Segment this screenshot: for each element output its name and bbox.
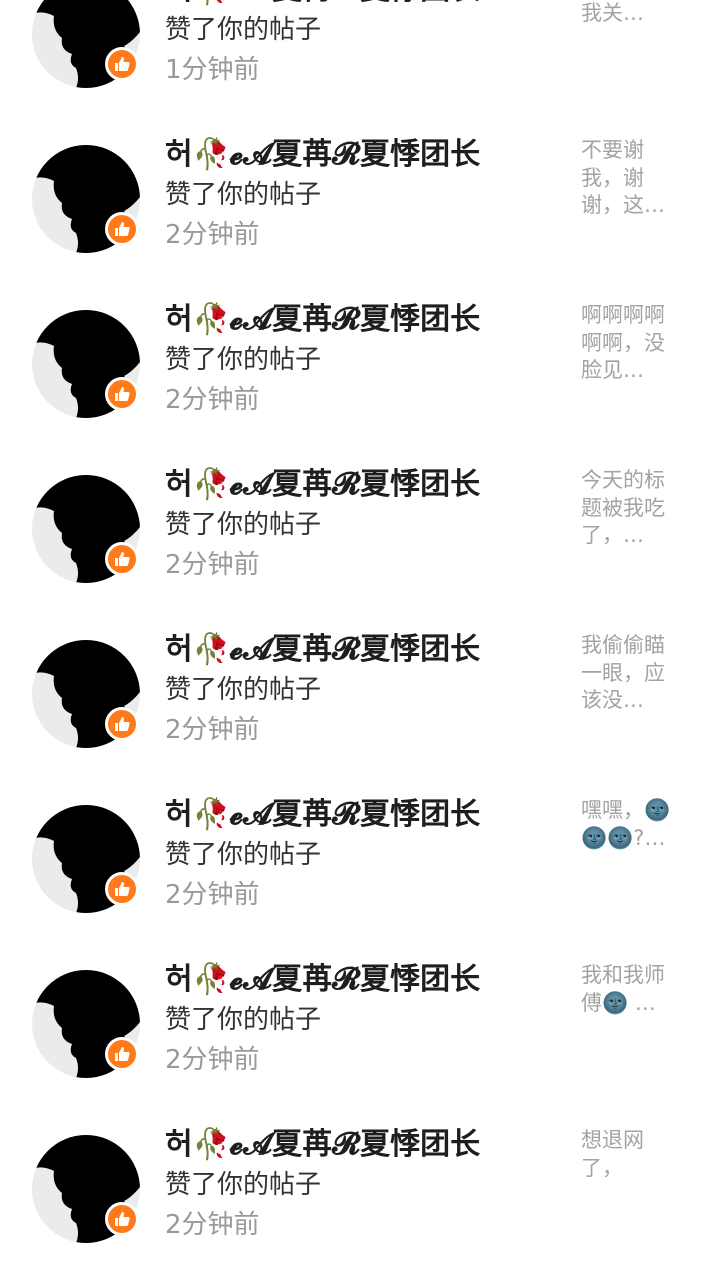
- thumbs-up-icon: [105, 707, 139, 741]
- user-name[interactable]: 허🥀𝓮𝓐夏苒𝓡夏悸团长: [165, 795, 565, 835]
- notification-item[interactable]: 허🥀𝓮𝓐夏苒𝓡夏悸团长 赞了你的帖子 2分钟前 我偷偷瞄一眼，应该没…: [0, 630, 719, 795]
- action-text: 赞了你的帖子: [165, 15, 322, 45]
- user-name[interactable]: 허🥀𝓮𝓐夏苒𝓡夏悸团长: [165, 1125, 565, 1165]
- thumbs-up-icon: [105, 1202, 139, 1236]
- post-snippet[interactable]: 啊啊啊啊啊啊，没脸见…: [581, 302, 681, 385]
- thumbs-up-icon: [105, 872, 139, 906]
- thumbs-up-icon: [105, 377, 139, 411]
- notification-item[interactable]: 허🥀𝓮𝓐夏苒𝓡夏悸团长 赞了你的帖子 2分钟前 想退网了，: [0, 1125, 719, 1282]
- post-snippet[interactable]: 不要谢我，谢谢，这…: [581, 137, 681, 220]
- notification-list: 허🥀𝓮𝓐夏苒𝓡夏悸团长 赞了你的帖子 1分钟前 这个，等我关… 허🥀𝓮𝓐夏苒𝓡夏…: [0, 0, 719, 1282]
- thumbs-up-icon: [105, 542, 139, 576]
- notification-item[interactable]: 허🥀𝓮𝓐夏苒𝓡夏悸团长 赞了你的帖子 2分钟前 今天的标题被我吃了，…: [0, 465, 719, 630]
- action-text: 赞了你的帖子: [165, 345, 322, 375]
- timestamp: 2分钟前: [165, 880, 260, 910]
- post-snippet[interactable]: 我和我师傅🌚 …: [581, 962, 681, 1017]
- user-name[interactable]: 허🥀𝓮𝓐夏苒𝓡夏悸团长: [165, 960, 565, 1000]
- timestamp: 2分钟前: [165, 550, 260, 580]
- user-name[interactable]: 허🥀𝓮𝓐夏苒𝓡夏悸团长: [165, 300, 565, 340]
- timestamp: 2分钟前: [165, 220, 260, 250]
- thumbs-up-icon: [105, 212, 139, 246]
- thumbs-up-icon: [105, 47, 139, 81]
- post-snippet[interactable]: 想退网了，: [581, 1127, 681, 1182]
- action-text: 赞了你的帖子: [165, 675, 322, 705]
- notification-item[interactable]: 허🥀𝓮𝓐夏苒𝓡夏悸团长 赞了你的帖子 1分钟前 这个，等我关…: [0, 0, 719, 135]
- thumbs-up-icon: [105, 1037, 139, 1071]
- action-text: 赞了你的帖子: [165, 180, 322, 210]
- timestamp: 1分钟前: [165, 55, 260, 85]
- user-name[interactable]: 허🥀𝓮𝓐夏苒𝓡夏悸团长: [165, 0, 565, 10]
- user-name[interactable]: 허🥀𝓮𝓐夏苒𝓡夏悸团长: [165, 135, 565, 175]
- action-text: 赞了你的帖子: [165, 1170, 322, 1200]
- user-name[interactable]: 허🥀𝓮𝓐夏苒𝓡夏悸团长: [165, 465, 565, 505]
- timestamp: 2分钟前: [165, 1210, 260, 1240]
- timestamp: 2分钟前: [165, 1045, 260, 1075]
- notification-item[interactable]: 허🥀𝓮𝓐夏苒𝓡夏悸团长 赞了你的帖子 2分钟前 啊啊啊啊啊啊，没脸见…: [0, 300, 719, 465]
- post-snippet[interactable]: 我偷偷瞄一眼，应该没…: [581, 632, 681, 715]
- timestamp: 2分钟前: [165, 385, 260, 415]
- notification-item[interactable]: 허🥀𝓮𝓐夏苒𝓡夏悸团长 赞了你的帖子 2分钟前 不要谢我，谢谢，这…: [0, 135, 719, 300]
- action-text: 赞了你的帖子: [165, 840, 322, 870]
- notification-item[interactable]: 허🥀𝓮𝓐夏苒𝓡夏悸团长 赞了你的帖子 2分钟前 嘿嘿，🌚🌚🌚?…: [0, 795, 719, 960]
- notification-item[interactable]: 허🥀𝓮𝓐夏苒𝓡夏悸团长 赞了你的帖子 2分钟前 我和我师傅🌚 …: [0, 960, 719, 1125]
- post-snippet[interactable]: 今天的标题被我吃了，…: [581, 467, 681, 550]
- action-text: 赞了你的帖子: [165, 1005, 322, 1035]
- action-text: 赞了你的帖子: [165, 510, 322, 540]
- post-snippet[interactable]: 这个，等我关…: [581, 0, 681, 27]
- post-snippet[interactable]: 嘿嘿，🌚🌚🌚?…: [581, 797, 681, 852]
- timestamp: 2分钟前: [165, 715, 260, 745]
- user-name[interactable]: 허🥀𝓮𝓐夏苒𝓡夏悸团长: [165, 630, 565, 670]
